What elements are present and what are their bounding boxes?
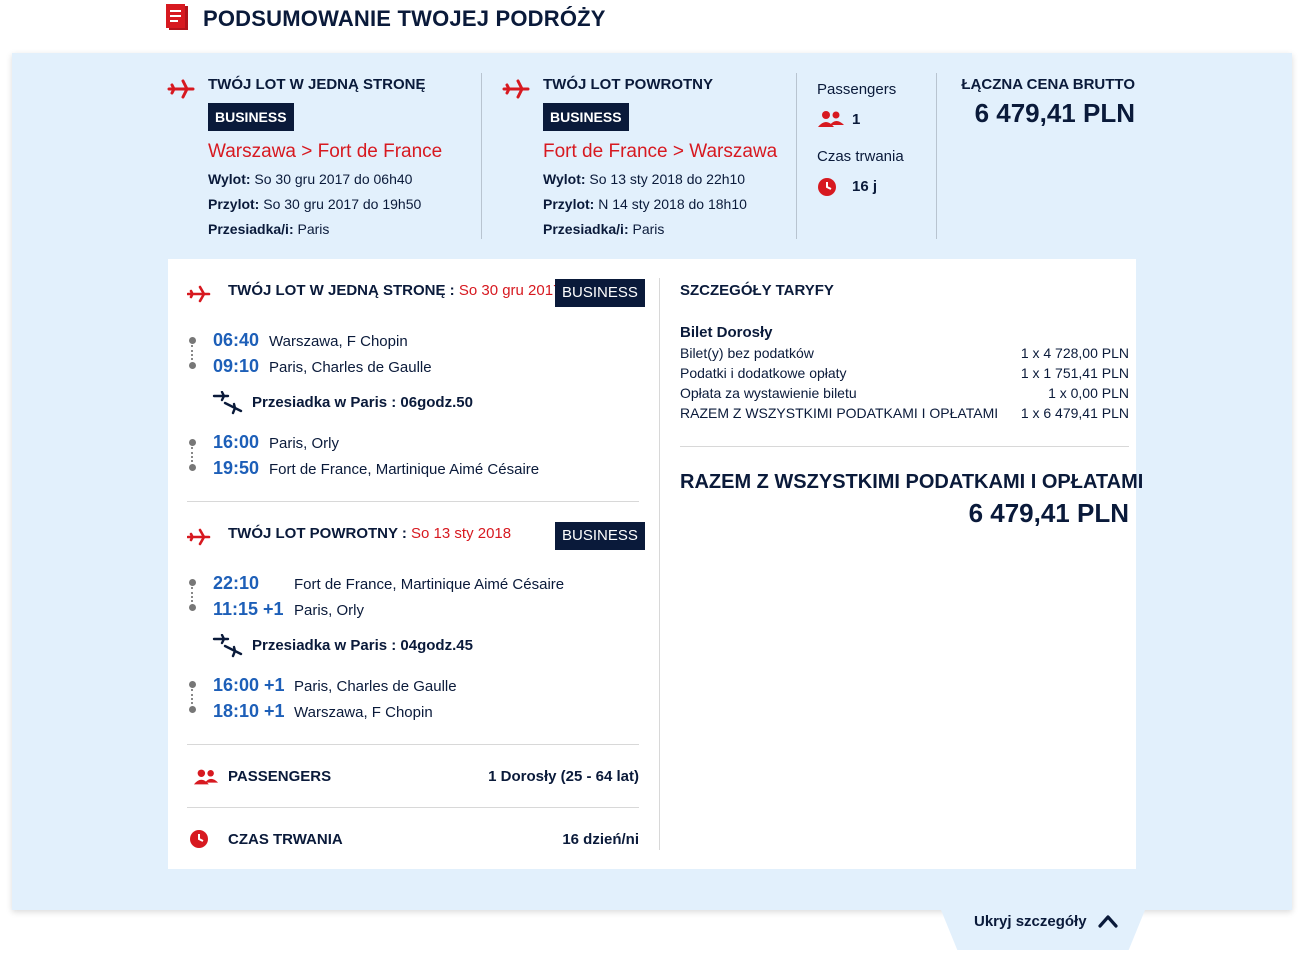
plane-icon <box>502 75 530 103</box>
inbound-summary-title: TWÓJ LOT POWROTNY <box>543 76 713 93</box>
segment-place: Warszawa, F Chopin <box>294 704 433 721</box>
timeline-dot <box>189 362 196 369</box>
divider <box>187 501 639 502</box>
outbound-arrival: Przylot: So 30 gru 2017 do 19h50 <box>208 196 422 212</box>
divider <box>659 278 660 850</box>
inbound-stops: Przesiadka/i: Paris <box>543 221 665 237</box>
divider <box>187 807 639 808</box>
timeline-line <box>191 689 193 704</box>
transfer-info: Przesiadka w Paris : 06godz.50 <box>252 394 473 411</box>
inbound-arrival: Przylot: N 14 sty 2018 do 18h10 <box>543 196 747 212</box>
timeline-dot <box>189 706 196 713</box>
passengers-value: 1 Dorosły (25 - 64 lat) <box>488 768 639 785</box>
outbound-summary-title: TWÓJ LOT W JEDNĄ STRONĘ <box>208 76 426 93</box>
passengers-icon <box>193 768 219 786</box>
plane-icon <box>186 284 211 304</box>
timeline-dot <box>189 439 196 446</box>
connection-icon <box>212 633 244 660</box>
segment-place: Fort de France, Martinique Aimé Césaire <box>269 461 540 478</box>
duration-label: CZAS TRWANIA <box>228 831 343 848</box>
segment-place: Paris, Charles de Gaulle <box>269 359 432 376</box>
divider <box>936 73 937 239</box>
tariff-title: SZCZEGÓŁY TARYFY <box>680 282 834 299</box>
outbound-stops: Przesiadka/i: Paris <box>208 221 330 237</box>
tariff-row-label: Bilet(y) bez podatków <box>680 345 814 361</box>
duration-value: 16 j <box>852 178 878 195</box>
outbound-details-title: TWÓJ LOT W JEDNĄ STRONĘ : So 30 gru 2017 <box>228 282 562 299</box>
segment-time: 22:10 <box>213 573 260 593</box>
segment-place: Paris, Charles de Gaulle <box>294 678 457 695</box>
passengers-count: 1 <box>852 111 861 128</box>
timeline-dot <box>189 681 196 688</box>
segment-time: 18:10 +1 <box>213 701 285 721</box>
timeline-dot <box>189 604 196 611</box>
tariff-total-label: RAZEM Z WSZYSTKIMI PODATKAMI I OPŁATAMI <box>680 471 1144 493</box>
passengers-label: Passengers <box>817 81 897 98</box>
segment-time: 11:15 +1 <box>213 599 284 619</box>
total-price-label: ŁĄCZNA CENA BRUTTO <box>961 76 1135 93</box>
cabin-badge: BUSINESS <box>555 522 645 550</box>
timeline-dot <box>189 337 196 344</box>
passengers-icon <box>817 110 845 128</box>
tariff-total-value: 6 479,41 PLN <box>968 498 1129 528</box>
duration-value: 16 dzień/ni <box>562 831 639 848</box>
transfer-info: Przesiadka w Paris : 04godz.45 <box>252 637 473 654</box>
segment-time: 16:00 +1 <box>213 675 285 695</box>
tariff-subtitle: Bilet Dorosły <box>680 324 773 341</box>
duration-label: Czas trwania <box>817 148 904 165</box>
timeline-line <box>191 447 193 462</box>
divider <box>481 73 482 239</box>
segment-time: 19:50 <box>213 458 260 478</box>
timeline-dot <box>189 579 196 586</box>
cabin-badge: BUSINESS <box>208 103 294 131</box>
segment-time: 16:00 <box>213 432 260 452</box>
document-icon <box>166 4 190 32</box>
tariff-row-value: 1 x 6 479,41 PLN <box>1020 405 1129 421</box>
tariff-row-value: 1 x 4 728,00 PLN <box>1020 345 1129 361</box>
total-price: 6 479,41 PLN <box>974 98 1135 128</box>
passengers-label: PASSENGERS <box>228 768 332 785</box>
timeline-line <box>191 587 193 602</box>
page-title: PODSUMOWANIE TWOJEJ PODRÓŻY <box>203 6 606 31</box>
tariff-row-label: Opłata za wystawienie biletu <box>680 385 857 401</box>
tariff-row-value: 1 x 1 751,41 PLN <box>1020 365 1129 381</box>
segment-place: Warszawa, F Chopin <box>269 333 408 350</box>
segment-place: Fort de France, Martinique Aimé Césaire <box>294 576 565 593</box>
inbound-route: Fort de France > Warszawa <box>543 141 778 162</box>
plane-icon <box>186 527 211 547</box>
inbound-departure: Wylot: So 13 sty 2018 do 22h10 <box>543 171 746 187</box>
timeline-line <box>191 345 193 360</box>
segment-time: 06:40 <box>213 330 260 350</box>
segment-time: 09:10 <box>213 356 260 376</box>
segment-place: Paris, Orly <box>294 602 365 619</box>
tariff-row-label: RAZEM Z WSZYSTKIMI PODATKAMI I OPŁATAMI <box>680 405 999 421</box>
plane-icon <box>167 75 195 103</box>
divider <box>680 446 1129 447</box>
tariff-row-label: Podatki i dodatkowe opłaty <box>680 365 847 381</box>
clock-icon <box>189 829 209 849</box>
cabin-badge: BUSINESS <box>555 279 645 307</box>
clock-icon <box>817 177 837 197</box>
outbound-route: Warszawa > Fort de France <box>208 141 443 162</box>
divider <box>187 744 639 745</box>
hide-details-button[interactable]: Ukryj szczegóły <box>974 913 1087 930</box>
divider <box>796 73 797 239</box>
cabin-badge: BUSINESS <box>543 103 629 131</box>
outbound-departure: Wylot: So 30 gru 2017 do 06h40 <box>208 171 413 187</box>
chevron-up-icon[interactable] <box>1097 912 1119 930</box>
timeline-dot <box>189 464 196 471</box>
inbound-details-title: TWÓJ LOT POWROTNY : So 13 sty 2018 <box>228 525 512 542</box>
connection-icon <box>212 390 244 417</box>
segment-place: Paris, Orly <box>269 435 340 452</box>
tariff-row-value: 1 x 0,00 PLN <box>1048 385 1129 401</box>
